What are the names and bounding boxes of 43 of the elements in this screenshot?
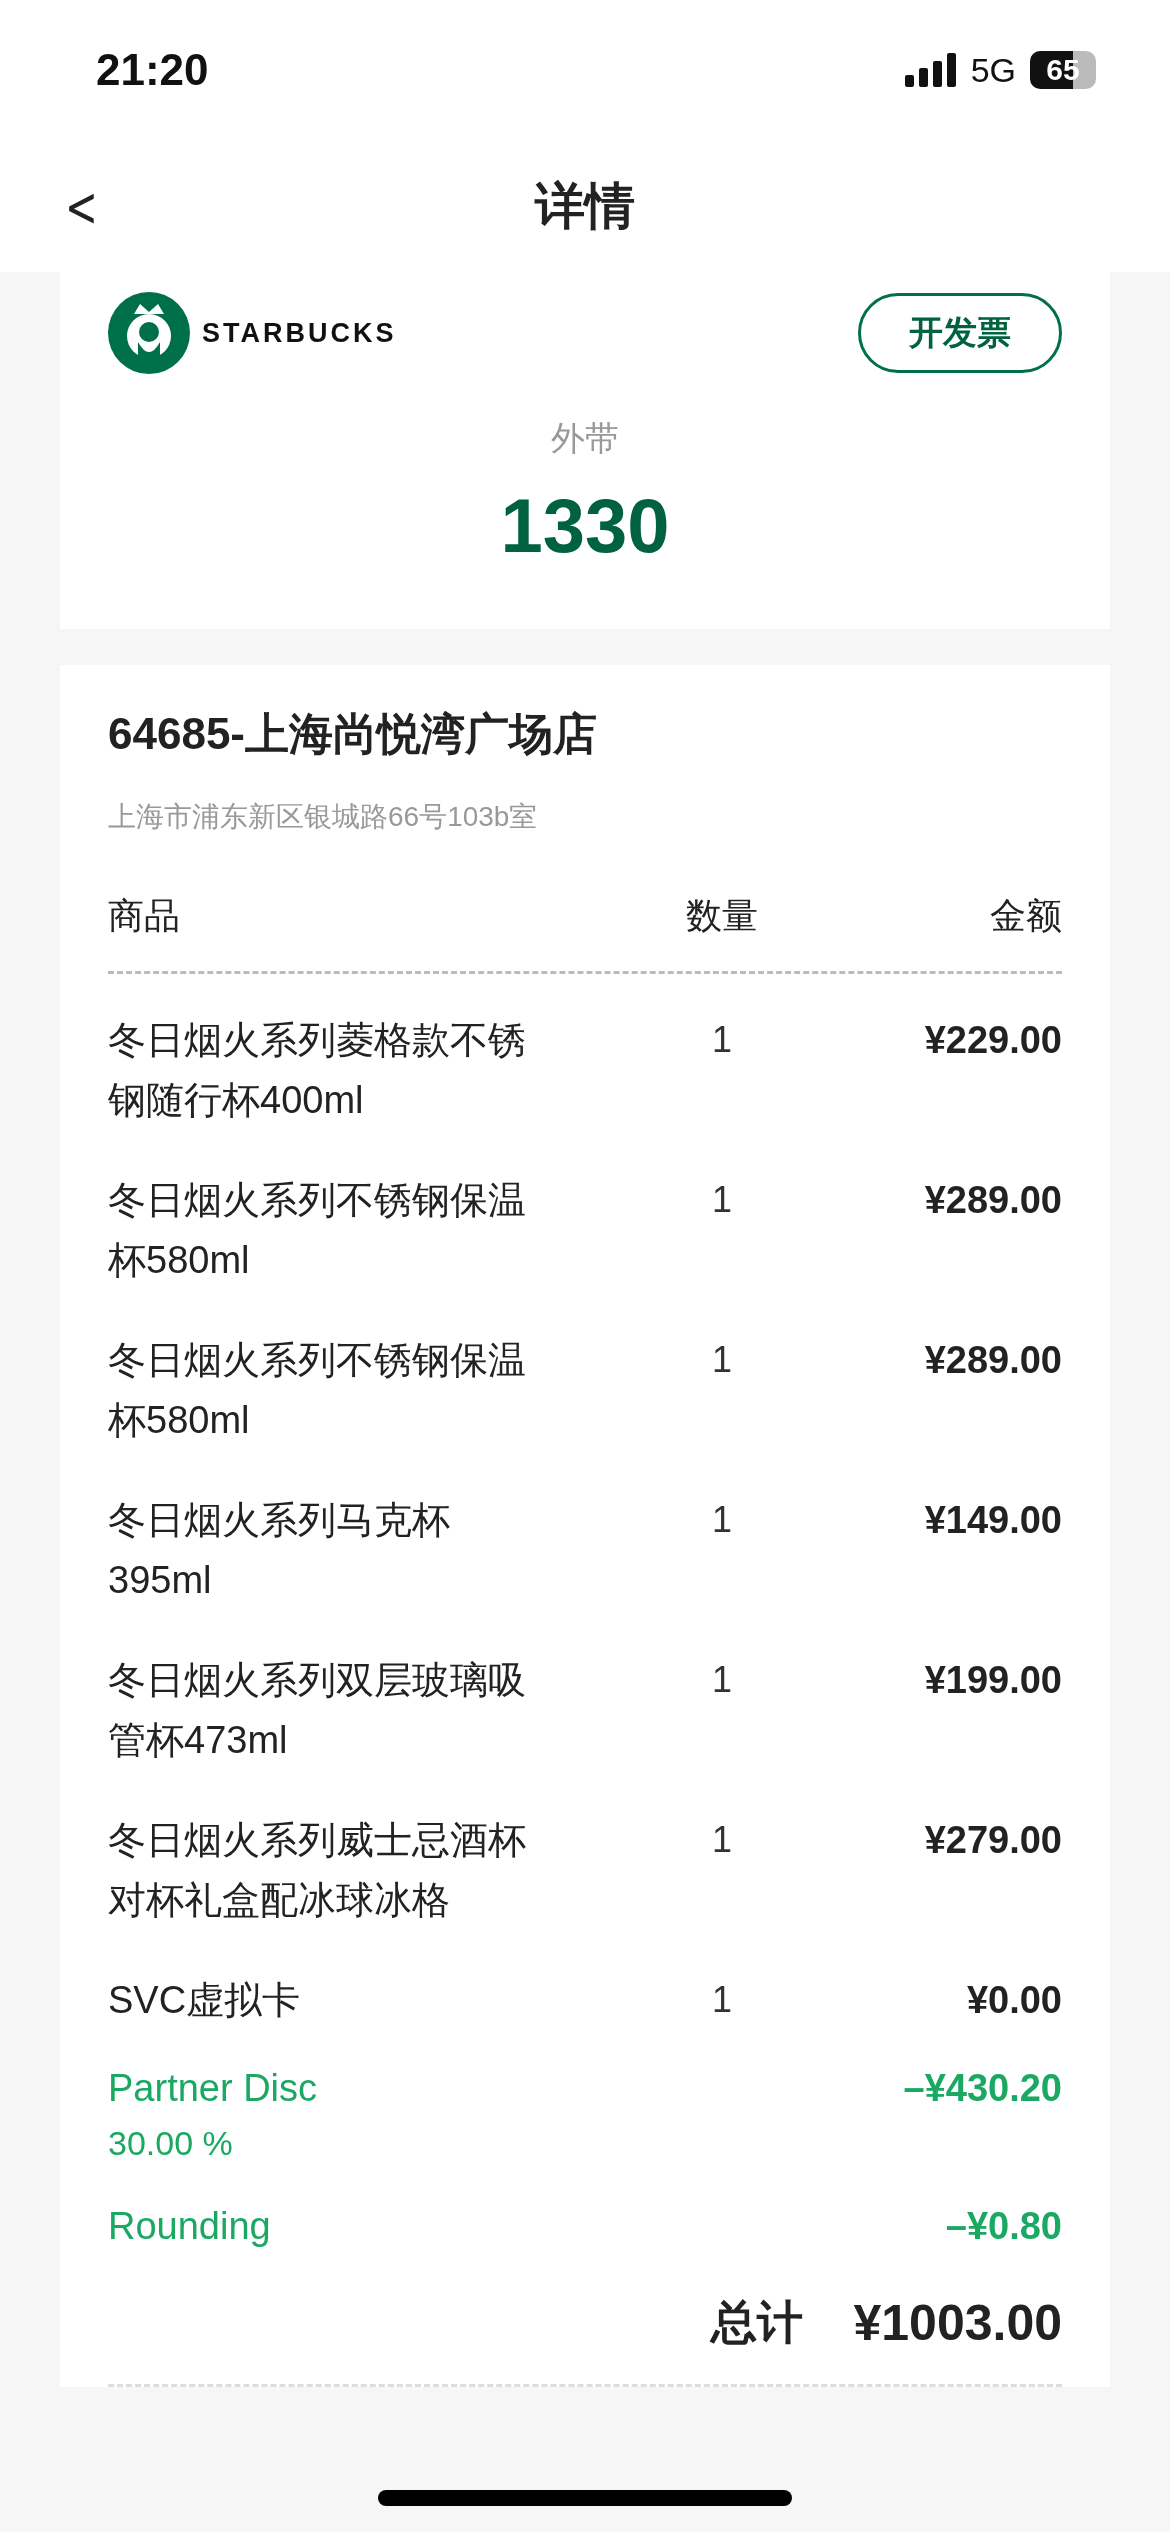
column-header: 金额 <box>989 894 1062 938</box>
item-quantity: 1 <box>711 1338 733 1382</box>
item-amount: –¥430.20 <box>902 2066 1062 2111</box>
item-name: Rounding <box>108 2204 272 2249</box>
item-name: SVC虚拟卡 <box>108 1978 302 2023</box>
order-type: 外带 <box>551 418 619 459</box>
store-name: 64685-上海尚悦湾广场店 <box>108 708 598 760</box>
back-button[interactable]: < <box>58 174 105 239</box>
invoice-button[interactable]: 开发票 <box>858 293 1062 373</box>
item-name: 冬日烟火系列菱格款不锈钢随行杯400ml <box>108 1018 527 1123</box>
network-label: 5G <box>970 50 1016 90</box>
item-amount: ¥279.00 <box>923 1818 1062 1863</box>
siren-logo-icon <box>108 292 190 374</box>
item-amount: ¥199.00 <box>923 1658 1062 1703</box>
item-quantity: 1 <box>711 1978 733 2022</box>
item-amount: ¥289.00 <box>923 1178 1062 1223</box>
item-amount: ¥149.00 <box>923 1498 1062 1543</box>
status-time: 21:20 <box>96 45 209 95</box>
item-amount: ¥0.00 <box>965 1978 1062 2023</box>
item-amount: ¥289.00 <box>923 1338 1062 1383</box>
item-name: Partner Disc <box>108 2066 319 2111</box>
signal-icon <box>904 53 957 87</box>
item-quantity: 1 <box>711 1178 733 1222</box>
item-name: 冬日烟火系列不锈钢保温杯580ml <box>108 1178 527 1283</box>
item-name: 冬日烟火系列马克杯395ml <box>108 1498 451 1603</box>
discount-rate: 30.00 % <box>108 2123 234 2164</box>
item-amount: –¥0.80 <box>944 2204 1062 2249</box>
column-header: 数量 <box>685 894 759 938</box>
page-title: 详情 <box>535 176 635 236</box>
item-quantity: 1 <box>711 1818 733 1862</box>
column-header: 商品 <box>108 894 181 938</box>
item-amount: ¥229.00 <box>923 1018 1062 1063</box>
store-address: 上海市浦东新区银城路66号103b室 <box>108 800 539 834</box>
item-name: 冬日烟火系列双层玻璃吸管杯473ml <box>108 1658 527 1763</box>
total-label: 总计 <box>711 2295 804 2350</box>
item-quantity: 1 <box>711 1498 733 1542</box>
brand-wordmark: STARBUCKS <box>202 317 397 349</box>
item-quantity: 1 <box>711 1018 733 1062</box>
item-name: 冬日烟火系列不锈钢保温杯580ml <box>108 1338 527 1443</box>
total-amount: ¥1003.00 <box>853 2294 1062 2352</box>
order-number: 1330 <box>500 482 670 569</box>
item-name: 冬日烟火系列威士忌酒杯对杯礼盒配冰球冰格 <box>108 1818 527 1923</box>
item-quantity: 1 <box>711 1658 733 1702</box>
